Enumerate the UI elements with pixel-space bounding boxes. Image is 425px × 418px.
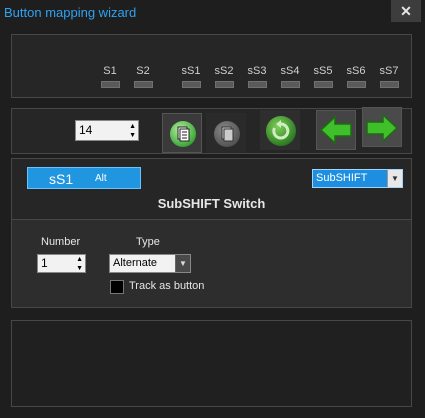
button-number-spinner[interactable]: 14 ▲ ▼ <box>75 120 139 141</box>
switch-led-s1 <box>101 81 120 88</box>
switch-label-ss7: sS7 <box>379 65 399 77</box>
chevron-down-icon[interactable]: ▼ <box>387 170 402 187</box>
number-spinner[interactable]: 1 ▲ ▼ <box>37 254 86 273</box>
type-label: Type <box>136 236 160 248</box>
section-title: SubSHIFT Switch <box>157 196 266 211</box>
number-value: 1 <box>41 256 48 270</box>
paste-button[interactable] <box>206 113 246 153</box>
switch-led-ss4 <box>281 81 300 88</box>
previous-button[interactable] <box>316 110 356 150</box>
paste-icon <box>214 121 240 147</box>
switch-led-ss3 <box>248 81 267 88</box>
switch-led-ss5 <box>314 81 333 88</box>
reset-button[interactable] <box>260 110 300 150</box>
current-switch-button[interactable]: sS1 Alt <box>27 167 141 189</box>
switch-led-ss6 <box>347 81 366 88</box>
button-number-value: 14 <box>79 123 93 137</box>
copy-icon <box>170 121 196 147</box>
switch-mode-select[interactable]: SubSHIFT ▼ <box>312 169 403 188</box>
type-select[interactable]: Alternate ▼ <box>109 254 191 273</box>
switch-led-ss1 <box>182 81 201 88</box>
switch-label-ss3: sS3 <box>247 65 267 77</box>
switch-label-s2: S2 <box>136 65 150 77</box>
next-button[interactable] <box>362 107 402 147</box>
switch-label-s1: S1 <box>103 65 117 77</box>
switch-label-ss2: sS2 <box>214 65 234 77</box>
arrow-left-icon <box>319 115 352 145</box>
info-panel <box>11 320 412 407</box>
close-button[interactable]: ✕ <box>391 0 421 22</box>
switch-led-s2 <box>134 81 153 88</box>
close-icon: ✕ <box>400 3 412 19</box>
switch-label-ss6: sS6 <box>346 65 366 77</box>
switch-led-ss7 <box>380 81 399 88</box>
current-switch-name: sS1 <box>49 171 74 187</box>
switch-led-ss2 <box>215 81 234 88</box>
switch-label-ss1: sS1 <box>181 65 201 77</box>
track-as-button-checkbox[interactable] <box>110 280 124 294</box>
switch-label-ss4: sS4 <box>280 65 300 77</box>
switch-label-ss5: sS5 <box>313 65 333 77</box>
current-switch-mode: Alt <box>95 173 107 184</box>
arrow-right-icon <box>366 113 399 143</box>
reset-icon <box>266 116 296 146</box>
switch-mode-value: SubSHIFT <box>316 172 368 184</box>
copy-button[interactable] <box>162 113 202 153</box>
spin-down-icon[interactable]: ▼ <box>129 132 136 139</box>
spin-down-icon[interactable]: ▼ <box>76 265 83 272</box>
spin-up-icon[interactable]: ▲ <box>129 123 136 130</box>
title-bar: Button mapping wizard <box>0 0 425 26</box>
chevron-down-icon[interactable]: ▼ <box>175 255 190 272</box>
spin-up-icon[interactable]: ▲ <box>76 256 83 263</box>
window-title: Button mapping wizard <box>4 5 137 20</box>
track-as-button-label: Track as button <box>129 280 205 292</box>
number-label: Number <box>41 236 81 248</box>
type-value: Alternate <box>113 257 158 269</box>
